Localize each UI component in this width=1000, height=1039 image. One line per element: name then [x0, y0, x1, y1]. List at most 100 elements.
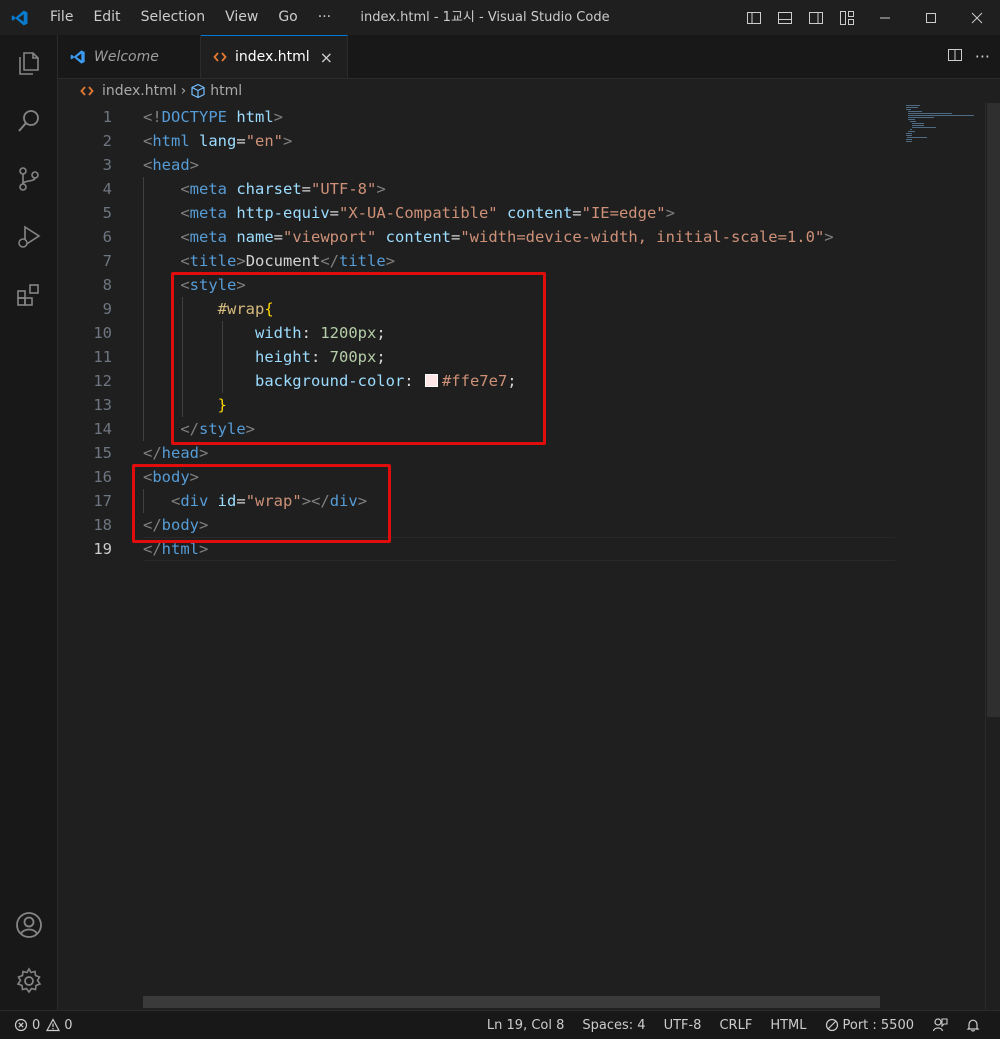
tab-welcome[interactable]: Welcome: [58, 35, 201, 78]
customize-layout-icon[interactable]: [831, 0, 862, 35]
code-token: title: [339, 252, 386, 270]
code-token: =: [572, 204, 582, 222]
highlight-box-style: [171, 272, 546, 445]
code-token: "X-UA-Compatible": [339, 204, 498, 222]
close-icon[interactable]: ×: [320, 48, 333, 67]
menu-go[interactable]: Go: [268, 0, 307, 35]
split-editor-icon[interactable]: [947, 47, 963, 67]
code-token: meta: [189, 180, 227, 198]
code-token: >: [824, 228, 834, 246]
tab-index-html[interactable]: index.html ×: [201, 35, 348, 78]
error-icon: [14, 1018, 28, 1032]
indentation-status[interactable]: Spaces: 4: [582, 1018, 645, 1033]
line-number: 1: [102, 108, 112, 126]
vertical-scrollbar[interactable]: [985, 103, 1000, 1010]
breadcrumb-symbol[interactable]: html: [210, 83, 242, 99]
tab-label: Welcome: [94, 48, 159, 65]
symbol-element-icon: [190, 83, 206, 99]
line-number: 11: [93, 348, 112, 366]
menu-view[interactable]: View: [215, 0, 268, 35]
minimap[interactable]: [904, 103, 984, 163]
line-number: 4: [102, 180, 112, 198]
code-token: <: [180, 228, 190, 246]
menu-selection[interactable]: Selection: [131, 0, 216, 35]
vertical-scrollbar-thumb[interactable]: [987, 103, 1000, 717]
code-token: meta: [189, 228, 227, 246]
code-token: title: [189, 252, 237, 270]
live-server-port: Port : 5500: [842, 1017, 915, 1033]
code-token: "en": [245, 132, 284, 150]
horizontal-scrollbar[interactable]: [143, 996, 880, 1008]
run-debug-icon[interactable]: [0, 211, 57, 263]
code-token: charset: [227, 180, 302, 198]
code-token: name: [227, 228, 274, 246]
status-bar: 0 0 Ln 19, Col 8 Spaces: 4 UTF-8 CRLF HT…: [0, 1010, 1000, 1039]
source-control-icon[interactable]: [0, 153, 57, 205]
warning-icon: [46, 1018, 61, 1032]
maximize-icon[interactable]: [908, 0, 954, 35]
code-token: "width=device-width, initial-scale=1.0": [460, 228, 825, 246]
line-number: 6: [102, 228, 112, 246]
code-token: >: [385, 252, 396, 270]
explorer-icon[interactable]: [0, 37, 57, 89]
problems-status[interactable]: 0 0: [14, 1011, 73, 1039]
encoding-status[interactable]: UTF-8: [664, 1018, 702, 1033]
code-token: <: [180, 252, 190, 270]
line-number: 18: [93, 516, 112, 534]
code-token: <!: [143, 108, 162, 126]
menu-more[interactable]: ···: [308, 0, 341, 35]
line-number: 12: [93, 372, 112, 390]
language-mode[interactable]: HTML: [770, 1018, 806, 1033]
cursor-position[interactable]: Ln 19, Col 8: [487, 1018, 564, 1033]
line-number: 10: [93, 324, 112, 342]
tab-label: index.html: [235, 49, 310, 65]
code-line-text: <meta charset="UTF-8">: [143, 177, 385, 201]
code-token: html: [152, 132, 190, 150]
window-title: index.html - 1교시 - Visual Studio Code: [360, 10, 610, 25]
code-token: DOCTYPE: [161, 108, 227, 126]
minimize-icon[interactable]: [862, 0, 908, 35]
extensions-icon[interactable]: [0, 269, 57, 321]
line-number: 19: [93, 540, 112, 558]
line-number: 13: [93, 396, 112, 414]
activity-bar: [0, 35, 58, 1010]
code-token: =: [451, 228, 461, 246]
code-token: >: [273, 108, 284, 126]
breadcrumb-separator: ›: [180, 83, 187, 99]
search-icon[interactable]: [0, 95, 57, 147]
vscode-logo-icon[interactable]: [0, 0, 40, 35]
code-token: <: [143, 156, 153, 174]
line-number: 3: [102, 156, 112, 174]
code-editor[interactable]: 1 <!DOCTYPE html> 2 <html lang="en"> 3 <head>…: [58, 103, 1000, 1010]
toggle-secondary-sidebar-icon[interactable]: [800, 0, 831, 35]
menu-edit[interactable]: Edit: [83, 0, 130, 35]
code-token: <: [180, 180, 190, 198]
breadcrumb-file[interactable]: index.html: [102, 83, 177, 99]
code-token: >: [189, 156, 200, 174]
line-number: 5: [102, 204, 112, 222]
highlight-box-body: [132, 464, 391, 543]
code-line-text: <head>: [143, 153, 199, 177]
eol-status[interactable]: CRLF: [719, 1018, 752, 1033]
code-token: "IE=edge": [581, 204, 666, 222]
code-token: content: [497, 204, 573, 222]
more-actions-icon[interactable]: ···: [975, 47, 990, 66]
no-entry-icon: [825, 1018, 839, 1032]
error-count: 0: [32, 1017, 41, 1033]
notifications-bell-icon[interactable]: [966, 1018, 980, 1032]
line-number: 9: [102, 300, 112, 318]
settings-gear-icon[interactable]: [0, 955, 57, 1007]
toggle-primary-sidebar-icon[interactable]: [738, 0, 769, 35]
code-token: Document: [245, 252, 321, 270]
account-icon[interactable]: [0, 899, 57, 951]
feedback-icon[interactable]: [932, 1017, 948, 1033]
live-server-status[interactable]: Port : 5500: [825, 1017, 915, 1033]
toggle-panel-icon[interactable]: [769, 0, 800, 35]
close-window-icon[interactable]: [954, 0, 1000, 35]
code-line-text: <meta name="viewport" content="width=dev…: [143, 225, 834, 249]
line-number: 16: [93, 468, 112, 486]
code-token: >: [199, 444, 209, 462]
menu-file[interactable]: File: [40, 0, 83, 35]
